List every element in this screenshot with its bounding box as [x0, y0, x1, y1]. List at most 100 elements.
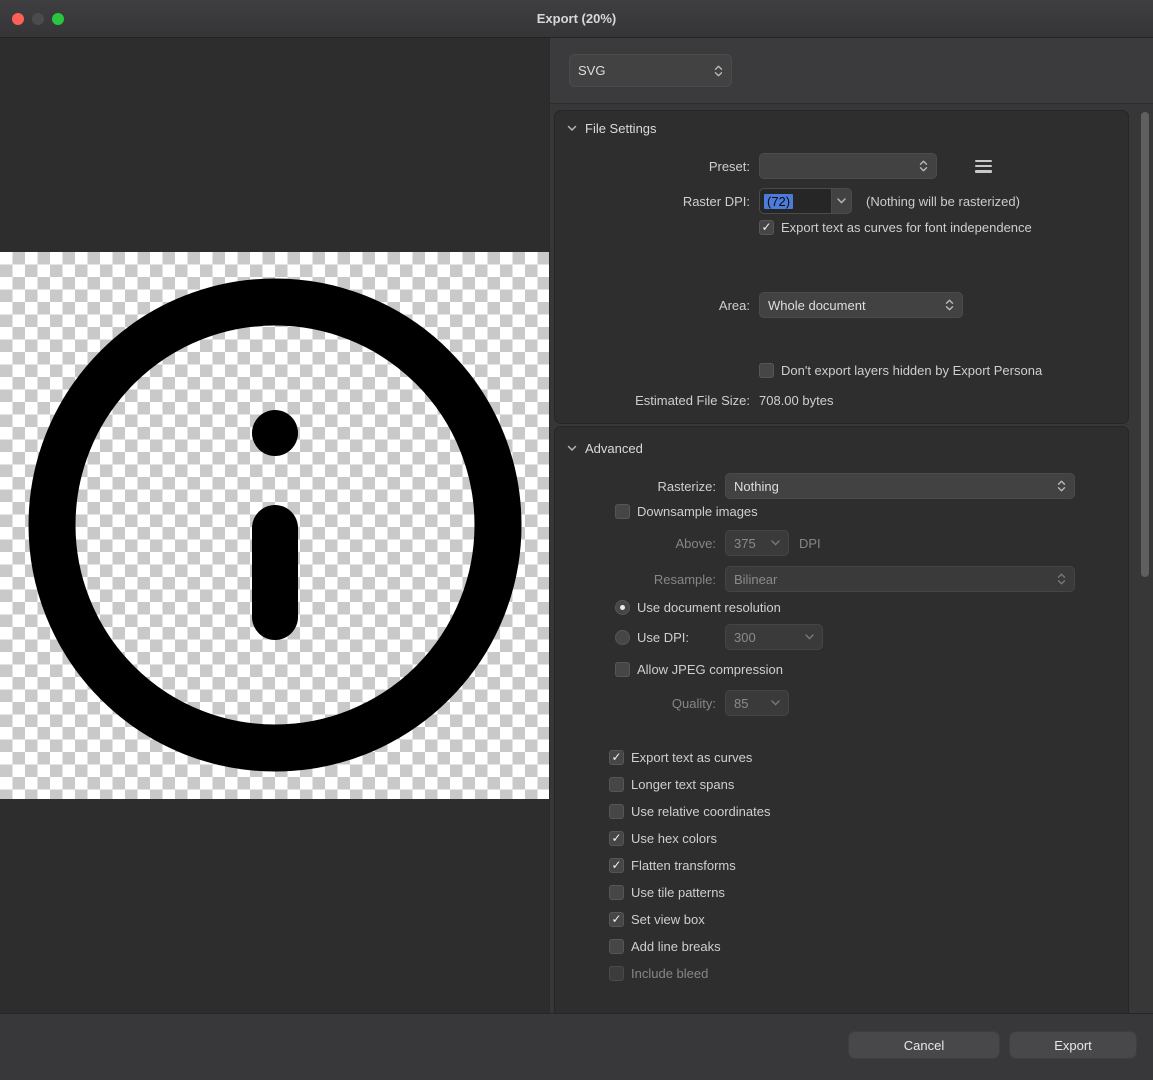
checkbox-label: Use relative coordinates	[631, 804, 770, 819]
raster-dpi-label: Raster DPI:	[565, 194, 750, 209]
checkbox[interactable]: ✓	[609, 750, 624, 765]
checkbox[interactable]: ✓	[609, 831, 624, 846]
use-dpi-select[interactable]: 300	[725, 624, 823, 650]
option-set-view-box[interactable]: ✓ Set view box	[609, 910, 1118, 928]
checkbox[interactable]: ✓	[615, 662, 630, 677]
vertical-scrollbar-thumb[interactable]	[1141, 112, 1149, 577]
checkbox[interactable]: ✓	[759, 363, 774, 378]
preset-select[interactable]	[759, 153, 937, 179]
checkbox-label: Include bleed	[631, 966, 708, 981]
checkbox-label: Export text as curves	[631, 750, 752, 765]
area-row: Area: Whole document	[565, 292, 1118, 318]
option-use-relative-coordinates[interactable]: ✓ Use relative coordinates	[609, 802, 1118, 820]
checkbox-label: Set view box	[631, 912, 705, 927]
downsample-checkbox-row[interactable]: ✓ Downsample images	[615, 502, 1118, 520]
canvas-preview	[0, 252, 549, 799]
export-button[interactable]: Export	[1009, 1031, 1137, 1059]
checkbox-label: Add line breaks	[631, 939, 721, 954]
rasterize-select[interactable]: Nothing	[725, 473, 1075, 499]
window-title: Export (20%)	[537, 11, 616, 26]
radio-button[interactable]	[615, 600, 630, 615]
above-label: Above:	[565, 536, 716, 551]
use-dpi-value: 300	[734, 630, 756, 645]
close-button[interactable]	[12, 13, 24, 25]
format-select-value: SVG	[578, 63, 605, 78]
checkbox[interactable]: ✓	[759, 220, 774, 235]
checkbox[interactable]: ✓	[609, 939, 624, 954]
export-text-curves-font-checkbox-row[interactable]: ✓ Export text as curves for font indepen…	[759, 218, 1118, 236]
quality-label: Quality:	[565, 696, 716, 711]
advanced-header[interactable]: Advanced	[565, 439, 1118, 457]
checkbox[interactable]: ✓	[609, 804, 624, 819]
preset-menu-icon[interactable]	[975, 160, 992, 173]
radio-label: Use DPI:	[637, 630, 725, 645]
stepper-chevrons-icon	[919, 159, 928, 173]
svg-options-list: ✓ Export text as curves ✓ Longer text sp…	[609, 748, 1118, 982]
section-title: File Settings	[585, 121, 657, 136]
above-dpi-row: Above: 375 DPI	[565, 530, 1118, 556]
use-dpi-value-wrap: 300	[725, 624, 823, 650]
checkbox[interactable]: ✓	[615, 504, 630, 519]
above-dpi-value: 375	[734, 536, 756, 551]
area-label: Area:	[565, 298, 750, 313]
cancel-button[interactable]: Cancel	[848, 1031, 1000, 1059]
use-dpi-radio-row[interactable]: Use DPI: 300	[615, 624, 1118, 650]
chevron-down-icon	[837, 198, 846, 204]
stepper-chevrons-icon	[714, 64, 723, 78]
checkbox-label: Use tile patterns	[631, 885, 725, 900]
dpi-unit-label: DPI	[799, 536, 821, 551]
rasterize-select-value: Nothing	[734, 479, 779, 494]
checkbox-label: Allow JPEG compression	[637, 662, 783, 677]
stepper-chevrons-icon	[945, 298, 954, 312]
chevron-down-icon	[771, 700, 780, 706]
radio-label: Use document resolution	[637, 600, 781, 615]
zoom-button[interactable]	[52, 13, 64, 25]
area-select[interactable]: Whole document	[759, 292, 963, 318]
estimated-size-row: Estimated File Size: 708.00 bytes	[565, 391, 1118, 409]
checkbox[interactable]: ✓	[609, 885, 624, 900]
checkbox[interactable]: ✓	[609, 858, 624, 873]
option-include-bleed: ✓ Include bleed	[609, 964, 1118, 982]
dialog-footer: Cancel Export	[0, 1013, 1153, 1080]
section-title: Advanced	[585, 441, 643, 456]
resample-label: Resample:	[565, 572, 716, 587]
resample-select-value: Bilinear	[734, 572, 777, 587]
export-dialog: Export (20%) SVG	[0, 0, 1153, 1080]
settings-scroll-area: File Settings Preset:	[550, 104, 1153, 1013]
quality-select[interactable]: 85	[725, 690, 789, 716]
option-flatten-transforms[interactable]: ✓ Flatten transforms	[609, 856, 1118, 874]
spacer	[565, 318, 1118, 361]
format-select[interactable]: SVG	[569, 54, 732, 87]
preset-label: Preset:	[565, 159, 750, 174]
option-use-tile-patterns[interactable]: ✓ Use tile patterns	[609, 883, 1118, 901]
option-use-hex-colors[interactable]: ✓ Use hex colors	[609, 829, 1118, 847]
dont-export-hidden-checkbox-row[interactable]: ✓ Don't export layers hidden by Export P…	[759, 361, 1118, 379]
checkbox[interactable]: ✓	[609, 912, 624, 927]
checkbox[interactable]: ✓	[609, 777, 624, 792]
raster-dpi-input[interactable]: (72)	[759, 188, 831, 214]
option-export-text-as-curves[interactable]: ✓ Export text as curves	[609, 748, 1118, 766]
checkbox-label: Use hex colors	[631, 831, 717, 846]
file-settings-section: File Settings Preset:	[554, 110, 1129, 424]
raster-dpi-note: (Nothing will be rasterized)	[866, 194, 1020, 209]
resample-select[interactable]: Bilinear	[725, 566, 1075, 592]
above-dpi-select[interactable]: 375	[725, 530, 789, 556]
checkbox: ✓	[609, 966, 624, 981]
spacer	[565, 236, 1118, 292]
disclosure-chevron-icon	[567, 445, 577, 452]
jpeg-compression-checkbox-row[interactable]: ✓ Allow JPEG compression	[615, 660, 1118, 678]
file-settings-header[interactable]: File Settings	[565, 119, 1118, 137]
minimize-button	[32, 13, 44, 25]
preset-row: Preset:	[565, 153, 1118, 179]
stepper-chevrons-icon	[1057, 479, 1066, 493]
option-longer-text-spans[interactable]: ✓ Longer text spans	[609, 775, 1118, 793]
format-bar: SVG	[550, 38, 1153, 104]
use-document-resolution-radio-row[interactable]: Use document resolution	[615, 598, 1118, 616]
dialog-body: SVG File Settings	[0, 38, 1153, 1013]
rasterize-row: Rasterize: Nothing	[565, 473, 1118, 499]
radio-button[interactable]	[615, 630, 630, 645]
checkbox-label: Flatten transforms	[631, 858, 736, 873]
estimated-size-value: 708.00 bytes	[759, 393, 833, 408]
option-add-line-breaks[interactable]: ✓ Add line breaks	[609, 937, 1118, 955]
raster-dpi-dropdown-button[interactable]	[831, 188, 852, 214]
